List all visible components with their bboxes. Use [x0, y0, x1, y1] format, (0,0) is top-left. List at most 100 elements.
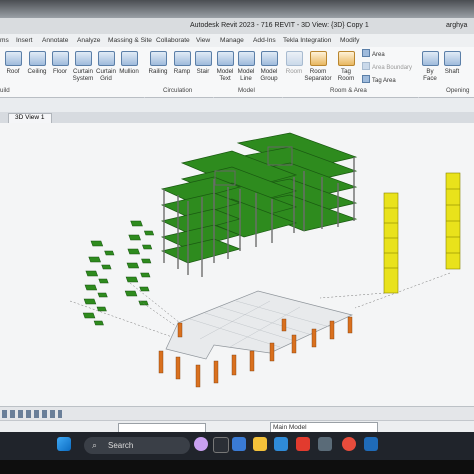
area-label: Area: [372, 52, 385, 58]
curtain-system-icon: [74, 51, 92, 66]
properties-strip: [0, 98, 474, 113]
floor-button[interactable]: Floor: [50, 51, 70, 75]
ceiling-icon: [28, 51, 46, 66]
by-face-button[interactable]: By Face: [420, 51, 440, 82]
tag-room-icon: [337, 51, 355, 66]
taskbar-search[interactable]: ⌕ Search: [84, 437, 190, 454]
exploded-slabs-middle: [124, 220, 155, 306]
mullion-button[interactable]: Mullion: [117, 51, 141, 75]
stair-icon: [194, 51, 212, 66]
tag-room-label: Tag Room: [337, 68, 355, 82]
revit-icon[interactable]: [364, 437, 378, 451]
stair-button[interactable]: Stair: [194, 51, 212, 75]
tag-area-icon: [362, 75, 370, 83]
by-face-label: By Face: [423, 68, 437, 82]
panel-label-model: Model: [238, 87, 255, 94]
tab-view[interactable]: View: [196, 37, 210, 44]
view-control-bar: [0, 406, 474, 421]
model-line-icon: [237, 51, 255, 66]
room-icon: [285, 51, 303, 66]
curtain-system-button[interactable]: Curtain System: [72, 51, 94, 82]
roof-label: Roof: [6, 68, 20, 75]
view-tab-3d-view-1[interactable]: 3D View 1: [8, 113, 52, 123]
tab-insert[interactable]: Insert: [16, 37, 33, 44]
tab-modify[interactable]: Modify: [340, 37, 359, 44]
ribbon: Roof Ceiling Floor Curtain System Curtai…: [0, 47, 474, 141]
model-text-button[interactable]: Model Text: [215, 51, 235, 82]
railing-label: Railing: [148, 68, 168, 75]
3d-viewport[interactable]: [0, 123, 474, 406]
panel-label-opening: Opening: [446, 87, 470, 94]
tab-massing-site[interactable]: Massing & Site: [108, 37, 152, 44]
model-line-button[interactable]: Model Line: [236, 51, 256, 82]
copilot-icon[interactable]: [194, 437, 208, 451]
room-label: Room: [285, 68, 303, 75]
exploded-slabs-left: [82, 240, 115, 326]
tab-annotate[interactable]: Annotate: [42, 37, 68, 44]
building-frame: [160, 132, 358, 277]
area-boundary-icon: [362, 62, 370, 70]
room-separator-icon: [309, 51, 327, 66]
user-name[interactable]: arghya: [446, 22, 467, 29]
curtain-system-label: Curtain System: [72, 68, 94, 82]
shaft-label: Shaft: [444, 68, 460, 75]
model-group-button[interactable]: Model Group: [258, 51, 280, 82]
tag-room-button[interactable]: Tag Room: [335, 51, 357, 82]
area-button[interactable]: Area: [362, 49, 385, 58]
model-group-label: Model Group: [260, 68, 278, 82]
chat-icon[interactable]: [232, 437, 246, 451]
tab-tekla-integration[interactable]: Tekla Integration: [283, 37, 331, 44]
view-tab-label: 3D View 1: [15, 114, 45, 121]
shaft-button[interactable]: Shaft: [442, 51, 462, 75]
ramp-icon: [173, 51, 191, 66]
brave-icon[interactable]: [296, 437, 310, 451]
monitor-bezel: [0, 460, 474, 474]
model-drawing: [69, 132, 461, 388]
title-bar: Autodesk Revit 2023 - 716 REVIT - 3D Vie…: [0, 18, 474, 34]
search-label: Search: [108, 441, 134, 450]
railing-button[interactable]: Railing: [147, 51, 169, 75]
ramp-button[interactable]: Ramp: [172, 51, 192, 75]
panel-label-room-area: Room & Area: [330, 87, 367, 94]
app-icon[interactable]: [318, 437, 332, 451]
mullion-icon: [120, 51, 138, 66]
room-separator-label: Room Separator: [304, 68, 332, 82]
curtain-grid-button[interactable]: Curtain Grid: [96, 51, 116, 82]
stair-label: Stair: [196, 68, 210, 75]
file-explorer-icon[interactable]: [253, 437, 267, 451]
tab-manage[interactable]: Manage: [220, 37, 244, 44]
ceiling-button[interactable]: Ceiling: [26, 51, 48, 75]
edge-icon[interactable]: [274, 437, 288, 451]
shaft-icon: [443, 51, 461, 66]
model-text-label: Model Text: [216, 68, 234, 82]
area-boundary-button[interactable]: Area Boundary: [362, 62, 412, 71]
search-icon: ⌕: [92, 440, 98, 450]
tag-area-button[interactable]: Tag Area: [362, 75, 396, 84]
roof-button[interactable]: Roof: [2, 51, 24, 75]
model-group-icon: [260, 51, 278, 66]
panel-label-build: uild: [0, 87, 10, 94]
screen-bezel: [0, 0, 474, 18]
task-view-icon[interactable]: [213, 437, 229, 453]
room-button[interactable]: Room: [284, 51, 304, 75]
area-boundary-label: Area Boundary: [372, 65, 413, 71]
room-separator-button[interactable]: Room Separator: [303, 51, 333, 82]
panel-label-circulation: Circulation: [163, 87, 193, 94]
windows-start-icon[interactable]: [57, 437, 71, 451]
area-icon: [362, 49, 370, 57]
model-line-label: Model Line: [237, 68, 255, 82]
chrome-icon[interactable]: [342, 437, 356, 451]
tab-analyze[interactable]: Analyze: [77, 37, 100, 44]
tag-area-label: Tag Area: [372, 78, 396, 84]
curtain-grid-label: Curtain Grid: [96, 68, 116, 82]
tab-ms[interactable]: ms: [0, 37, 9, 44]
floor-label: Floor: [52, 68, 68, 75]
tab-add-ins[interactable]: Add-Ins: [253, 37, 276, 44]
screen: Autodesk Revit 2023 - 716 REVIT - 3D Vie…: [0, 0, 474, 474]
floor-icon: [51, 51, 69, 66]
ramp-label: Ramp: [173, 68, 191, 75]
by-face-icon: [421, 51, 439, 66]
tab-collaborate[interactable]: Collaborate: [156, 37, 190, 44]
view-control-icons[interactable]: [2, 410, 62, 418]
roof-icon: [4, 51, 22, 66]
